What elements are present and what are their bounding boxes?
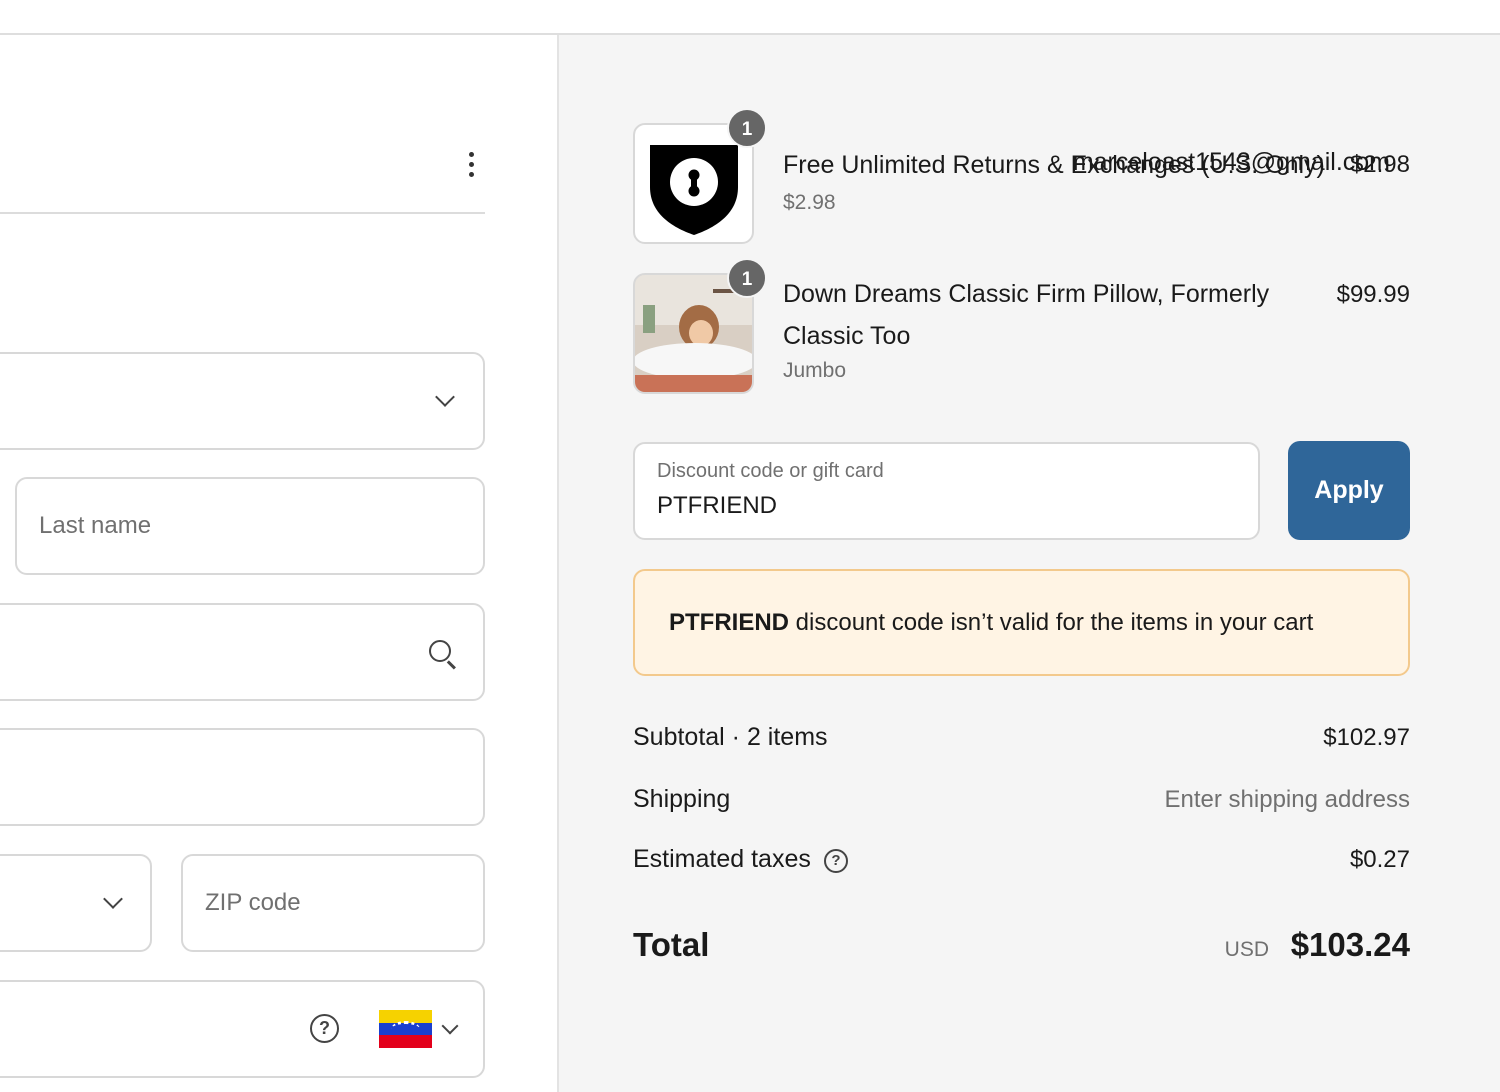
search-icon[interactable] — [429, 640, 457, 670]
contact-divider — [0, 212, 485, 214]
apply-discount-button[interactable]: Apply — [1288, 441, 1410, 540]
cart-item-variant: Jumbo — [783, 359, 847, 382]
warning-code: PTFRIEND — [669, 609, 789, 636]
apartment-field[interactable] — [0, 728, 485, 826]
shipping-label: Shipping — [633, 785, 731, 813]
kebab-menu-icon[interactable] — [466, 152, 476, 182]
address-field[interactable] — [0, 603, 485, 701]
zip-code-field[interactable]: ZIP code — [181, 854, 485, 952]
chevron-down-icon — [435, 387, 455, 407]
discount-field-value[interactable]: PTFRIEND — [657, 492, 777, 520]
subtotal-value: $102.97 — [1323, 724, 1410, 751]
venezuela-flag-icon[interactable] — [379, 1010, 432, 1048]
shipping-value: Enter shipping address — [1164, 786, 1410, 813]
cart-item-price: $99.99 — [1336, 281, 1410, 308]
last-name-field[interactable]: Last name — [15, 477, 485, 575]
last-name-placeholder: Last name — [39, 512, 152, 539]
discount-warning-banner: PTFRIEND discount code isn’t valid for t… — [633, 569, 1410, 676]
total-label: Total — [633, 926, 710, 963]
discount-field-label: Discount code or gift card — [657, 460, 884, 482]
help-icon[interactable]: ? — [310, 1014, 339, 1043]
total-currency: USD — [1224, 938, 1269, 961]
taxes-label: Estimated taxes — [633, 845, 811, 873]
state-select[interactable] — [0, 854, 152, 952]
country-select[interactable] — [0, 352, 485, 450]
quantity-badge: 1 — [727, 258, 767, 298]
cart-item-price: $2.98 — [1349, 151, 1410, 178]
discount-code-field[interactable]: Discount code or gift card PTFRIEND — [633, 442, 1260, 540]
warning-message: discount code isn’t valid for the items … — [789, 609, 1314, 636]
cart-item-title: Free Unlimited Returns & Exchanges (U.S.… — [783, 151, 1325, 179]
subtotal-label: Subtotal · 2 items — [633, 723, 828, 751]
cart-item-title-line2: Classic Too — [783, 322, 911, 350]
chevron-down-icon — [103, 889, 123, 909]
help-icon[interactable]: ? — [824, 849, 848, 873]
taxes-value: $0.27 — [1349, 846, 1410, 873]
cart-item-title-line1: Down Dreams Classic Firm Pillow, Formerl… — [783, 280, 1270, 308]
quantity-badge: 1 — [727, 108, 767, 148]
cart-item-unit-price: $2.98 — [783, 191, 836, 214]
zip-code-placeholder: ZIP code — [205, 889, 301, 916]
total-value: $103.24 — [1290, 926, 1410, 963]
discount-warning-text: PTFRIEND discount code isn’t valid for t… — [669, 609, 1313, 637]
